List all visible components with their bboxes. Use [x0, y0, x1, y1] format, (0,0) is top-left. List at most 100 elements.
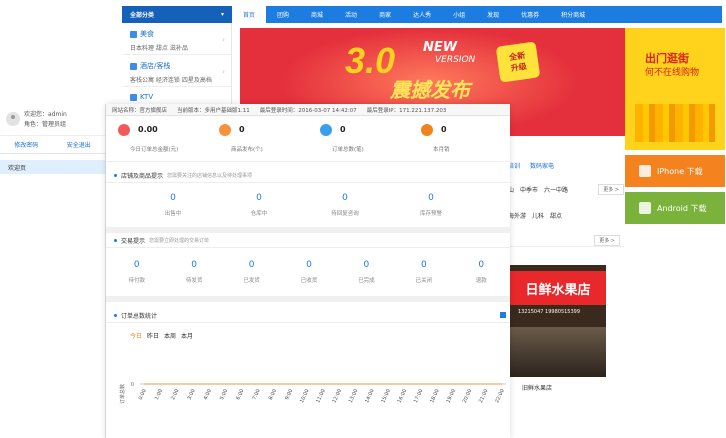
range-week[interactable]: 本周 — [164, 331, 176, 340]
link-item[interactable]: 甜点 — [550, 211, 562, 220]
stat-unpaid[interactable]: 0 待付款 — [108, 260, 165, 284]
role-text: 角色：管理员组 — [24, 121, 67, 128]
money-icon — [118, 124, 130, 136]
link-item[interactable]: 六一中路 — [544, 185, 568, 194]
last-login-time: 最后登录时间：2016-03-07 14:42:07 — [259, 107, 357, 114]
range-month[interactable]: 本月 — [181, 331, 193, 340]
section-hint: 您需要关注的店铺信息以及待处理事项 — [167, 172, 253, 179]
nav-activity[interactable]: 活动 — [334, 6, 368, 23]
chevron-down-icon: ▾ — [220, 11, 224, 18]
stat-label: 待发货 — [185, 278, 203, 284]
nav-groupbuy[interactable]: 团购 — [266, 6, 300, 23]
hotel-icon — [130, 62, 137, 70]
nav-points-mall[interactable]: 积分商城 — [550, 6, 596, 23]
x-tick-label: 6:00 — [235, 388, 245, 401]
stat-pending-inquiry[interactable]: 0 待回复咨询 — [302, 193, 388, 217]
kpi-monthly: 0 本月销 — [409, 116, 510, 161]
more-button[interactable]: 更多 > — [598, 183, 624, 195]
logout-link[interactable]: 安全退出 — [67, 140, 91, 149]
link-item[interactable]: 儿科 — [532, 211, 544, 220]
stat-in-warehouse[interactable]: 0 仓库中 — [216, 193, 302, 217]
stat-value: 0 — [342, 193, 348, 203]
shop-sign: 日鲜水果店 — [510, 271, 606, 305]
range-yesterday[interactable]: 昨日 — [147, 331, 159, 340]
nav-mall[interactable]: 商城 — [300, 6, 334, 23]
stat-label: 待回复咨询 — [331, 211, 359, 217]
android-download-button[interactable]: Android 下载 — [625, 192, 725, 224]
range-today[interactable]: 今日 — [130, 331, 142, 340]
x-tick-label: 12:00 — [332, 388, 344, 404]
link-item[interactable]: 海外游 — [508, 211, 526, 220]
x-tick-label: 16:00 — [397, 388, 409, 404]
x-tick-label: 10:00 — [299, 388, 311, 404]
category-title: KTV — [140, 93, 154, 101]
stat-closed[interactable]: 0 已关闭 — [395, 260, 452, 284]
stat-value: 0 — [248, 260, 255, 270]
change-password-link[interactable]: 修改密码 — [14, 140, 38, 149]
x-tick-label: 8:00 — [268, 388, 278, 401]
nav-home[interactable]: 首页 — [232, 6, 267, 23]
link-item[interactable]: 中季市 — [520, 185, 538, 194]
shopping-promo[interactable]: 出门逛街 何不在线购物 — [625, 28, 725, 150]
welcome-text: 欢迎您：admin — [24, 111, 67, 118]
storefront-nav-list: 首页 团购 商城 活动 商家 达人秀 小组 发现 优惠券 积分商城 — [232, 6, 596, 23]
all-categories-label: 全部分类 — [130, 12, 155, 19]
city-skyline-illustration — [635, 104, 715, 142]
x-tick-label: 21:00 — [478, 388, 490, 404]
sidebar-item-welcome[interactable]: 欢迎页 — [0, 160, 105, 174]
stat-label: 仓库中 — [250, 211, 268, 217]
order-line-chart: 订单总数 0 0:00 1:00 2:00 3:00 4:00 5:00 6:00 7:00 8:0… — [119, 382, 506, 404]
food-icon — [130, 30, 137, 38]
bullet-icon — [114, 173, 117, 177]
stat-label: 已收货 — [300, 278, 318, 284]
stat-value: 0 — [133, 260, 140, 270]
category-list: 美食 日本料理 甜点 滋补品 › 酒店/客栈 客栈公寓 经济连锁 四星及高档 ›… — [122, 23, 232, 119]
category-food[interactable]: 美食 日本料理 甜点 滋补品 › — [122, 23, 231, 55]
stat-completed[interactable]: 0 已完成 — [338, 260, 395, 284]
banner-new: NEW — [423, 40, 458, 55]
banner-version-word: VERSION — [435, 55, 476, 65]
tab-electronics[interactable]: 数码家电 — [530, 161, 554, 173]
middle-links: 培训 数码家电 山 中季市 六一中路 更多 > 海外游 儿科 甜点 更多 > — [508, 161, 624, 247]
stat-stock-warning[interactable]: 0 库存预警 — [388, 193, 474, 217]
stat-received[interactable]: 0 已收货 — [280, 260, 337, 284]
nav-merchant[interactable]: 商家 — [368, 6, 402, 23]
shop-phone: 13215047 19980515399 — [518, 309, 581, 315]
nav-group[interactable]: 小组 — [442, 6, 476, 23]
stat-on-sale[interactable]: 0 出售中 — [130, 193, 216, 217]
bullet-icon — [114, 238, 117, 242]
stat-refund[interactable]: 0 退款 — [453, 260, 510, 284]
admin-dashboard: 网站名称：官方旗舰店 当前版本：多用户基础版1.11 最后登录时间：2016-0… — [106, 104, 510, 438]
stat-label: 出售中 — [164, 211, 182, 217]
category-title: 美食 — [140, 30, 154, 38]
nav-discover[interactable]: 发现 — [476, 6, 510, 23]
kpi-value: 0 — [340, 125, 346, 134]
shop-photo[interactable]: 日鲜水果店 13215047 19980515399 — [510, 265, 606, 377]
stat-to-ship[interactable]: 0 待发货 — [165, 260, 222, 284]
order-icon — [320, 124, 332, 136]
section-hint: 您需要立即处理的交易订单 — [149, 237, 210, 244]
stat-shipped[interactable]: 0 已发货 — [223, 260, 280, 284]
category-title: 酒店/客栈 — [140, 62, 171, 70]
category-subs: 客栈公寓 经济连锁 四星及高档 — [130, 77, 212, 84]
x-tick-label: 7:00 — [252, 388, 262, 401]
stat-value: 0 — [363, 260, 370, 270]
nav-show[interactable]: 达人秀 — [402, 6, 442, 23]
stat-value: 0 — [420, 260, 427, 270]
category-hotel[interactable]: 酒店/客栈 客栈公寓 经济连锁 四星及高档 › — [122, 55, 231, 87]
iphone-download-button[interactable]: IPhone 下载 — [625, 155, 725, 187]
range-tabs: 今日 昨日 本周 本月 — [106, 323, 510, 340]
shop-caption[interactable]: 旧鲜水果店 — [522, 383, 552, 392]
admin-sidebar: 欢迎您：admin 角色：管理员组 修改密码 安全退出 欢迎页 — [0, 104, 106, 438]
all-categories-button[interactable]: 全部分类 ▾ — [122, 6, 232, 23]
y-axis-label: 订单总数 — [119, 384, 126, 404]
more-button[interactable]: 更多 > — [594, 235, 620, 246]
stat-label: 已关闭 — [415, 278, 433, 284]
kpi-value: 0.00 — [138, 125, 158, 134]
x-tick-label: 5:00 — [219, 388, 229, 401]
bullet-icon — [114, 313, 117, 317]
kpi-label: 商品发布(个) — [231, 147, 263, 153]
android-download-label: Android 下载 — [657, 203, 707, 213]
last-login-ip: 最后登录IP：171.221.137.203 — [366, 107, 447, 114]
nav-coupon[interactable]: 优惠券 — [510, 6, 550, 23]
